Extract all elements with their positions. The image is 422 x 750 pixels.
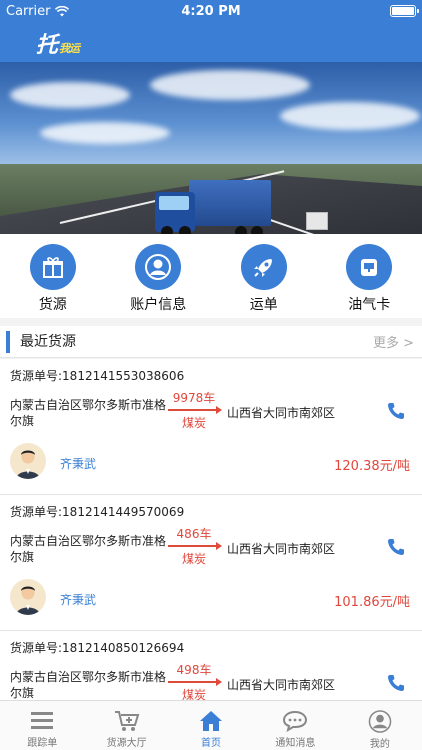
rocket-icon [240,244,287,290]
goods-type: 煤炭 [181,688,206,700]
menu-label: 油气卡 [348,297,391,313]
cargo-list[interactable]: 货源单号:1812141553038606 内蒙古自治区鄂尔多斯市准格尔旗 99… [0,359,422,700]
route-info: 486车 煤炭 [168,525,222,567]
tab-label: 货源大厅 [106,738,147,749]
destination: 山西省大同市南郊区 [227,542,336,556]
truck-image [155,180,271,234]
recent-cargo-header: 最近货源 更多 > [0,326,422,358]
hero-banner[interactable] [0,62,422,234]
user-icon [135,244,182,290]
menu-label: 货源 [38,297,67,313]
app-logo: 托我运 [36,32,80,58]
arrow-icon [168,406,222,414]
destination: 山西省大同市南郊区 [227,678,336,692]
phone-icon[interactable] [386,673,406,693]
tab-tracking[interactable]: 跟踪单 [0,701,84,750]
menu-label: 运单 [249,297,278,313]
avatar [10,579,46,615]
price: 120.38元/吨 [334,459,410,474]
list-icon [31,712,54,729]
status-time: 4:20 PM [181,3,241,19]
more-link[interactable]: 更多 > [373,332,414,351]
tab-label: 跟踪单 [27,738,58,749]
contact-name: 齐秉武 [60,457,97,471]
order-number: 货源单号:1812140850126694 [10,641,185,655]
goods-type: 煤炭 [181,416,206,430]
tab-home[interactable]: 首页 [169,701,253,750]
menu-item-account[interactable]: 账户信息 [106,234,212,318]
truck-count: 486车 [176,527,212,541]
route-info: 498车 煤炭 [168,661,222,700]
cart-icon [114,711,139,731]
avatar [10,443,46,479]
top-bar: Carrier 4:20 PM 托我运 [0,0,422,62]
truck-count: 9978车 [172,391,216,405]
origin: 内蒙古自治区鄂尔多斯市准格尔旗 [10,534,167,564]
contact-name: 齐秉武 [60,593,97,607]
order-number: 货源单号:1812141449570069 [10,505,185,519]
destination: 山西省大同市南郊区 [227,406,336,420]
tab-profile[interactable]: 我的 [338,701,422,750]
battery-icon [390,5,419,17]
arrow-icon [168,678,222,686]
gift-icon [29,244,76,290]
origin: 内蒙古自治区鄂尔多斯市准格尔旗 [10,398,167,428]
goods-type: 煤炭 [181,552,206,566]
origin: 内蒙古自治区鄂尔多斯市准格尔旗 [10,670,167,700]
price: 101.86元/吨 [334,595,410,610]
home-icon [200,711,223,731]
route-info: 9978车 煤炭 [168,389,222,431]
bottom-tab-bar: 跟踪单 货源大厅 首页 通知消息 我的 [0,700,422,750]
quick-menu: 货源 账户信息 运单 油气卡 [0,234,422,318]
menu-item-fuel-card[interactable]: 油气卡 [317,234,422,318]
phone-icon[interactable] [386,537,406,557]
menu-label: 账户信息 [130,297,187,313]
status-bar: Carrier 4:20 PM [0,0,422,22]
phone-icon[interactable] [386,401,406,421]
cargo-card[interactable]: 货源单号:1812140850126694 内蒙古自治区鄂尔多斯市准格尔旗 49… [0,631,422,700]
menu-item-cargo[interactable]: 货源 [0,234,106,318]
distant-truck [306,212,328,230]
chat-icon [283,710,308,732]
tab-cargo-hall[interactable]: 货源大厅 [84,701,168,750]
cargo-card[interactable]: 货源单号:1812141553038606 内蒙古自治区鄂尔多斯市准格尔旗 99… [0,359,422,495]
order-number: 货源单号:1812141553038606 [10,369,185,383]
section-title: 最近货源 [6,330,76,353]
cargo-card[interactable]: 货源单号:1812141449570069 内蒙古自治区鄂尔多斯市准格尔旗 48… [0,495,422,631]
tab-notifications[interactable]: 通知消息 [253,701,337,750]
arrow-icon [168,542,222,550]
profile-icon [368,710,392,733]
fuel-card-icon [346,244,393,290]
tab-label: 通知消息 [275,738,316,749]
truck-count: 498车 [176,663,212,677]
tab-label: 首页 [201,738,222,749]
menu-item-waybill[interactable]: 运单 [211,234,317,318]
tab-label: 我的 [369,739,390,750]
